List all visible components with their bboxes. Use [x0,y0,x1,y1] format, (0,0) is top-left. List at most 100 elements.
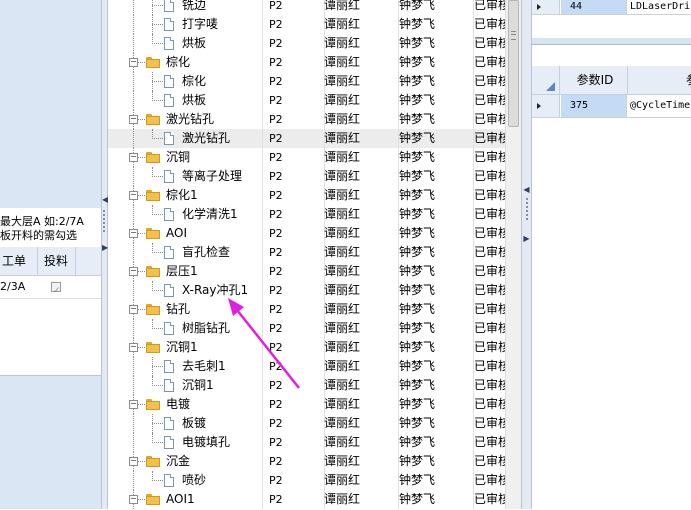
tree-step-row[interactable]: 铣边 P2 谭丽红 钟梦飞 已审核 [108,0,505,15]
version-cell[interactable]: P2 [263,148,325,167]
name-cell[interactable]: X-Ray冲孔1 [108,281,263,300]
tree-step-row[interactable]: 激光钻孔 P2 谭丽红 钟梦飞 已审核 [108,129,505,148]
designer-cell[interactable]: 谭丽红 [319,205,399,224]
status-cell[interactable]: 已审核 [469,205,505,224]
tree-step-row[interactable]: 化学清洗1 P2 谭丽红 钟梦飞 已审核 [108,205,505,224]
tree-group-row[interactable]: − 层压1 P2 谭丽红 钟梦飞 已审核 [108,262,505,281]
tree-step-row[interactable]: 沉铜1 P2 谭丽红 钟梦飞 已审核 [108,376,505,395]
reviewer-cell[interactable]: 钟梦飞 [394,205,474,224]
name-cell[interactable]: 烘板 [108,91,263,110]
tree-group-row[interactable]: − 电镀 P2 谭丽红 钟梦飞 已审核 [108,395,505,414]
left-splitter[interactable]: ◀ ▶ [101,0,108,509]
name-cell[interactable]: 等离子处理 [108,167,263,186]
version-cell[interactable]: P2 [263,414,325,433]
designer-cell[interactable]: 谭丽红 [319,395,399,414]
reviewer-cell[interactable]: 钟梦飞 [394,72,474,91]
reviewer-cell[interactable]: 钟梦飞 [394,471,474,490]
version-cell[interactable]: P2 [263,224,325,243]
status-cell[interactable]: 已审核 [469,148,505,167]
reviewer-cell[interactable]: 钟梦飞 [394,395,474,414]
param-id-cell[interactable]: 375 [561,95,627,117]
status-cell[interactable]: 已审核 [469,15,505,34]
name-cell[interactable]: − 沉铜1 [108,338,263,357]
tree-step-row[interactable]: 等离子处理 P2 谭丽红 钟梦飞 已审核 [108,167,505,186]
version-cell[interactable]: P2 [263,0,325,15]
status-cell[interactable]: 已审核 [469,0,505,15]
version-cell[interactable]: P2 [263,376,325,395]
column-header-param-id[interactable]: 参数ID [561,66,628,94]
reviewer-cell[interactable]: 钟梦飞 [394,281,474,300]
tree-step-row[interactable]: X-Ray冲孔1 P2 谭丽红 钟梦飞 已审核 [108,281,505,300]
designer-cell[interactable]: 谭丽红 [319,148,399,167]
status-cell[interactable]: 已审核 [469,129,505,148]
tree-group-row[interactable]: − 沉金 P2 谭丽红 钟梦飞 已审核 [108,452,505,471]
designer-cell[interactable]: 谭丽红 [319,224,399,243]
tree-group-row[interactable]: − AOI1 P2 谭丽红 钟梦飞 已审核 [108,490,505,509]
collapse-icon[interactable]: − [129,343,138,352]
version-cell[interactable]: P2 [263,452,325,471]
designer-cell[interactable]: 谭丽红 [319,262,399,281]
tree-group-row[interactable]: − AOI P2 谭丽红 钟梦飞 已审核 [108,224,505,243]
reviewer-cell[interactable]: 钟梦飞 [394,129,474,148]
reviewer-cell[interactable]: 钟梦飞 [394,0,474,15]
version-cell[interactable]: P2 [263,319,325,338]
reviewer-cell[interactable]: 钟梦飞 [394,490,474,509]
status-cell[interactable]: 已审核 [469,53,505,72]
collapse-icon[interactable]: − [129,495,138,504]
designer-cell[interactable]: 谭丽红 [319,243,399,262]
name-cell[interactable]: 树脂钻孔 [108,319,263,338]
name-cell[interactable]: − 棕化 [108,53,263,72]
tree-step-row[interactable]: 板镀 P2 谭丽红 钟梦飞 已审核 [108,414,505,433]
right-top-row[interactable]: 44 LDLaserDri [532,0,691,15]
name-cell[interactable]: − 钻孔 [108,300,263,319]
collapse-icon[interactable]: − [129,229,138,238]
collapse-icon[interactable]: − [129,457,138,466]
name-cell[interactable]: 烘板 [108,34,263,53]
tree-group-row[interactable]: − 激光钻孔 P2 谭丽红 钟梦飞 已审核 [108,110,505,129]
status-cell[interactable]: 已审核 [469,433,505,452]
designer-cell[interactable]: 谭丽红 [319,167,399,186]
tree-group-row[interactable]: − 棕化1 P2 谭丽红 钟梦飞 已审核 [108,186,505,205]
designer-cell[interactable]: 谭丽红 [319,490,399,509]
designer-cell[interactable]: 谭丽红 [319,186,399,205]
expand-right-icon[interactable]: ▶ [522,235,531,243]
collapse-icon[interactable]: − [129,153,138,162]
param-id-cell[interactable]: 44 [561,0,627,14]
reviewer-cell[interactable]: 钟梦飞 [394,91,474,110]
name-cell[interactable]: 沉铜1 [108,376,263,395]
param-name-cell[interactable]: @CycleTime [628,95,691,117]
status-cell[interactable]: 已审核 [469,414,505,433]
name-cell[interactable]: 去毛刺1 [108,357,263,376]
version-cell[interactable]: P2 [263,186,325,205]
designer-cell[interactable]: 谭丽红 [319,34,399,53]
left-grid-row[interactable]: 2/3A ✓ [0,276,101,299]
designer-cell[interactable]: 谭丽红 [319,72,399,91]
status-cell[interactable]: 已审核 [469,490,505,509]
column-header-work-order[interactable]: 工单 [0,247,38,275]
name-cell[interactable]: 棕化 [108,72,263,91]
tree-scrollbar-thumb[interactable] [508,0,519,127]
version-cell[interactable]: P2 [263,471,325,490]
right-bottom-row[interactable]: 375 @CycleTime [532,95,691,118]
expand-right-icon[interactable]: ▶ [102,244,108,252]
designer-cell[interactable]: 谭丽红 [319,129,399,148]
version-cell[interactable]: P2 [263,262,325,281]
version-cell[interactable]: P2 [263,91,325,110]
status-cell[interactable]: 已审核 [469,395,505,414]
designer-cell[interactable]: 谭丽红 [319,15,399,34]
name-cell[interactable]: − 激光钻孔 [108,110,263,129]
designer-cell[interactable]: 谭丽红 [319,471,399,490]
reviewer-cell[interactable]: 钟梦飞 [394,243,474,262]
reviewer-cell[interactable]: 钟梦飞 [394,53,474,72]
reviewer-cell[interactable]: 钟梦飞 [394,167,474,186]
designer-cell[interactable]: 谭丽红 [319,91,399,110]
right-splitter[interactable]: ◀ ▶ [521,0,532,509]
status-cell[interactable]: 已审核 [469,319,505,338]
status-cell[interactable]: 已审核 [469,452,505,471]
designer-cell[interactable]: 谭丽红 [319,300,399,319]
status-cell[interactable]: 已审核 [469,91,505,110]
reviewer-cell[interactable]: 钟梦飞 [394,300,474,319]
collapse-icon[interactable]: − [129,267,138,276]
name-cell[interactable]: 喷砂 [108,471,263,490]
row-indicator[interactable] [532,0,560,14]
